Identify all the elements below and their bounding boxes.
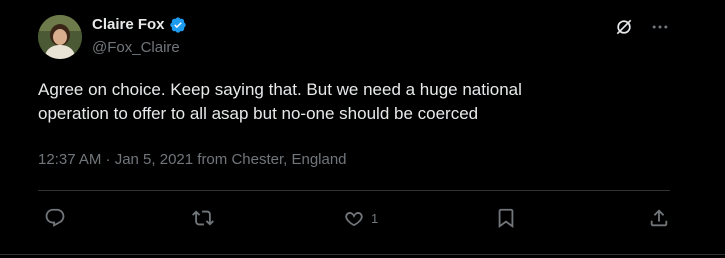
name-row: Claire Fox — [92, 15, 187, 35]
tweet-timestamp[interactable]: 12:37 AM · Jan 5, 2021 from Chester, Eng… — [38, 150, 347, 170]
user-handle[interactable]: @Fox_Claire — [92, 38, 180, 58]
grok-icon[interactable] — [613, 16, 635, 38]
like-button[interactable]: 1 — [343, 203, 378, 233]
divider — [38, 190, 670, 191]
verified-badge-icon — [169, 16, 187, 34]
action-bar: 1 — [38, 203, 672, 233]
reply-icon — [45, 208, 65, 227]
heart-icon — [345, 212, 363, 227]
share-button[interactable] — [648, 203, 670, 233]
like-count: 1 — [371, 210, 379, 226]
tweet-text-line-2: operation to offer to all asap but no-on… — [38, 104, 479, 123]
reply-button[interactable] — [44, 203, 66, 233]
more-options-icon[interactable] — [649, 16, 671, 38]
bookmark-button[interactable] — [495, 203, 517, 233]
avatar-image — [38, 15, 82, 59]
share-icon — [650, 209, 668, 227]
retweet-icon — [192, 210, 214, 226]
tweet-text: Agree on choice. Keep saying that. But w… — [38, 78, 678, 126]
top-actions — [613, 16, 671, 38]
bottom-border — [0, 254, 725, 255]
bookmark-icon — [498, 208, 514, 229]
avatar[interactable] — [38, 15, 82, 59]
tweet-card: Claire Fox @Fox_Claire Agree on choice. … — [0, 0, 725, 258]
tweet-text-line-1: Agree on choice. Keep saying that. But w… — [38, 80, 522, 99]
retweet-button[interactable] — [192, 203, 214, 233]
display-name[interactable]: Claire Fox — [92, 15, 165, 35]
